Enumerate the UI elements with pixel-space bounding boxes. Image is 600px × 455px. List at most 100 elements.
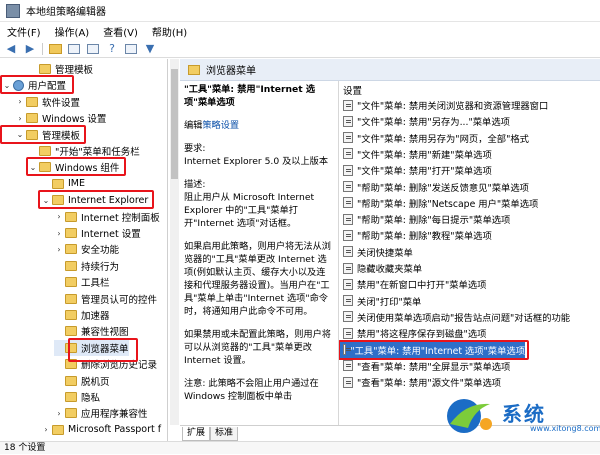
tree-item[interactable]: › Microsoft Passport f: [41, 422, 161, 438]
setting-row[interactable]: "文件"菜单: 禁用"打开"菜单选项: [339, 162, 597, 178]
menu-help[interactable]: 帮助(H): [145, 24, 194, 39]
setting-row[interactable]: "文件"菜单: 禁用另存为"网页，全部"格式: [339, 130, 597, 146]
setting-label: "帮助"菜单: 删除"每日提示"菜单选项: [357, 215, 511, 227]
setting-row[interactable]: "查看"菜单: 禁用"全屏显示"菜单选项: [339, 358, 597, 374]
setting-row[interactable]: "文件"菜单: 禁用"新建"菜单选项: [339, 146, 597, 162]
setting-row[interactable]: 禁用"将这程序保存到磁盘"选项: [339, 325, 597, 341]
setting-label: "文件"菜单: 禁用"新建"菜单选项: [357, 149, 492, 161]
setting-label: 关闭快捷菜单: [357, 247, 413, 259]
tree-item[interactable]: ⌄ Windows 组件: [28, 159, 119, 175]
help-icon[interactable]: ?: [105, 42, 119, 55]
tab-standard[interactable]: 标准: [210, 427, 239, 441]
setting-row[interactable]: "帮助"菜单: 删除"每日提示"菜单选项: [339, 211, 597, 227]
setting-row[interactable]: "帮助"菜单: 删除"Netscape 用户"菜单选项: [339, 195, 597, 211]
tree-item[interactable]: › Internet 控制面板: [54, 209, 160, 225]
tree-item[interactable]: IME: [41, 176, 85, 192]
policy-setting-icon: [343, 327, 353, 339]
folder-icon: [52, 178, 64, 189]
settings-column-header[interactable]: 设置: [339, 81, 600, 97]
tree-scrollbar[interactable]: [170, 59, 179, 425]
collapsed-chevron-icon[interactable]: ›: [41, 425, 51, 434]
tree-item[interactable]: 隐私: [54, 389, 100, 405]
setting-label: "文件"菜单: 禁用"另存为..."菜单选项: [357, 117, 510, 129]
menu-action[interactable]: 操作(A): [48, 24, 97, 39]
policy-setting-icon: [343, 360, 353, 372]
forward-icon[interactable]: ▶: [23, 42, 37, 55]
policy-setting-icon: [343, 181, 353, 192]
collapsed-chevron-icon[interactable]: ›: [54, 229, 64, 238]
tree-item[interactable]: 浏览器菜单: [54, 339, 129, 356]
tree-item-label: 删除浏览历史记录: [81, 360, 158, 372]
filter-icon[interactable]: ▼: [143, 42, 157, 55]
folder-icon: [65, 326, 77, 337]
folder-icon: [26, 129, 38, 140]
tree-item[interactable]: 持续行为: [54, 258, 119, 274]
tree-item[interactable]: › 软件设置: [15, 94, 80, 110]
collapsed-chevron-icon[interactable]: ›: [15, 114, 25, 123]
setting-label: "文件"菜单: 禁用关闭浏览器和资源管理器窗口: [357, 101, 549, 112]
setting-row[interactable]: 隐藏收藏夹菜单: [339, 260, 597, 276]
requirements-label: 要求:: [184, 143, 206, 154]
expanded-chevron-icon[interactable]: ⌄: [41, 196, 51, 205]
setting-row[interactable]: "文件"菜单: 禁用关闭浏览器和资源管理器窗口: [339, 97, 597, 113]
setting-row[interactable]: "工具"菜单: 禁用"Internet 选项"菜单选项: [339, 341, 525, 358]
tree-item[interactable]: 删除浏览历史记录: [54, 356, 157, 372]
setting-label: 隐藏收藏夹菜单: [357, 264, 423, 275]
tree-item[interactable]: › 安全功能: [54, 241, 119, 257]
tree-item[interactable]: ⌄ 用户配置: [2, 77, 66, 93]
tree-item[interactable]: 脱机页: [54, 373, 110, 389]
setting-row[interactable]: "查看"菜单: 禁用"源文件"菜单选项: [339, 374, 597, 390]
up-folder-icon[interactable]: [48, 42, 62, 55]
description-label: 描述:: [184, 179, 206, 190]
collapsed-chevron-icon[interactable]: ›: [54, 212, 64, 221]
tree-item[interactable]: 工具栏: [54, 274, 110, 290]
tree-item[interactable]: 管理模板: [28, 61, 93, 77]
tree-scroll-thumb[interactable]: [171, 69, 178, 179]
tree-item[interactable]: 加速器: [54, 307, 110, 323]
setting-label: "查看"菜单: 禁用"源文件"菜单选项: [357, 378, 502, 390]
menu-view[interactable]: 查看(V): [96, 24, 145, 39]
tree-item[interactable]: › Internet 设置: [54, 225, 141, 241]
setting-row[interactable]: "帮助"菜单: 删除"教程"菜单选项: [339, 227, 597, 243]
collapsed-chevron-icon[interactable]: ›: [54, 245, 64, 254]
setting-row[interactable]: "帮助"菜单: 删除"发送反馈意见"菜单选项: [339, 179, 597, 195]
tree-item[interactable]: ⌄ 管理模板: [15, 127, 80, 143]
tree-item[interactable]: › 应用程序兼容性: [54, 405, 148, 421]
description-paragraph-2: 如果启用此策略，则用户将无法从浏览器的"工具"菜单更改 Internet 选项(…: [184, 241, 331, 317]
policy-setting-icon: [343, 132, 353, 144]
setting-row[interactable]: 关闭使用菜单选项启动"报告站点问题"对话框的功能: [339, 309, 597, 325]
setting-row[interactable]: "文件"菜单: 禁用"另存为..."菜单选项: [339, 113, 597, 129]
menu-file[interactable]: 文件(F): [0, 24, 48, 39]
expanded-chevron-icon[interactable]: ⌄: [2, 81, 12, 90]
tree-item[interactable]: ⌄ Internet Explorer: [41, 192, 149, 208]
tree-item-label: 应用程序兼容性: [81, 409, 148, 421]
tree-item-label: Internet Explorer: [68, 194, 149, 206]
tree-item-label: "开始"菜单和任务栏: [55, 147, 140, 158]
show-hide-tree-icon[interactable]: [67, 42, 81, 55]
tab-extended[interactable]: 扩展: [182, 427, 211, 441]
setting-row[interactable]: 关闭"打印"菜单: [339, 293, 597, 309]
expanded-chevron-icon[interactable]: ⌄: [28, 163, 38, 172]
setting-row[interactable]: 关闭快捷菜单: [339, 244, 597, 260]
settings-list: 设置 "文件"菜单: 禁用关闭浏览器和资源管理器窗口 "文件"菜单: 禁用"另存为…: [339, 81, 600, 425]
description-paragraph-4: 注意: 此策略不会阻止用户通过在 Windows 控制面板中单击: [184, 378, 319, 402]
back-icon[interactable]: ◀: [4, 42, 18, 55]
tree-item[interactable]: 兼容性视图: [54, 323, 129, 339]
tree-item[interactable]: "开始"菜单和任务栏: [28, 143, 140, 159]
tree-item-label: 管理员认可的控件: [81, 294, 158, 306]
setting-row[interactable]: 禁用"在新窗口中打开"菜单选项: [339, 276, 597, 292]
setting-label: 禁用"在新窗口中打开"菜单选项: [357, 280, 487, 292]
expanded-chevron-icon[interactable]: ⌄: [15, 130, 25, 139]
menu-bar: 文件(F) 操作(A) 查看(V) 帮助(H): [0, 22, 600, 40]
edit-policy-link[interactable]: 策略设置: [202, 120, 239, 131]
policy-setting-icon: [343, 229, 353, 241]
properties-icon[interactable]: [124, 42, 138, 55]
collapsed-chevron-icon[interactable]: ›: [54, 409, 64, 418]
export-list-icon[interactable]: [86, 42, 100, 55]
tree-item[interactable]: › Windows 设置: [15, 110, 106, 126]
tree-item[interactable]: 管理员认可的控件: [54, 291, 157, 307]
collapsed-chevron-icon[interactable]: ›: [15, 97, 25, 106]
tree-item-label: 用户配置: [28, 81, 67, 93]
tree-item-label: Windows 设置: [42, 114, 107, 126]
folder-icon: [39, 146, 51, 156]
